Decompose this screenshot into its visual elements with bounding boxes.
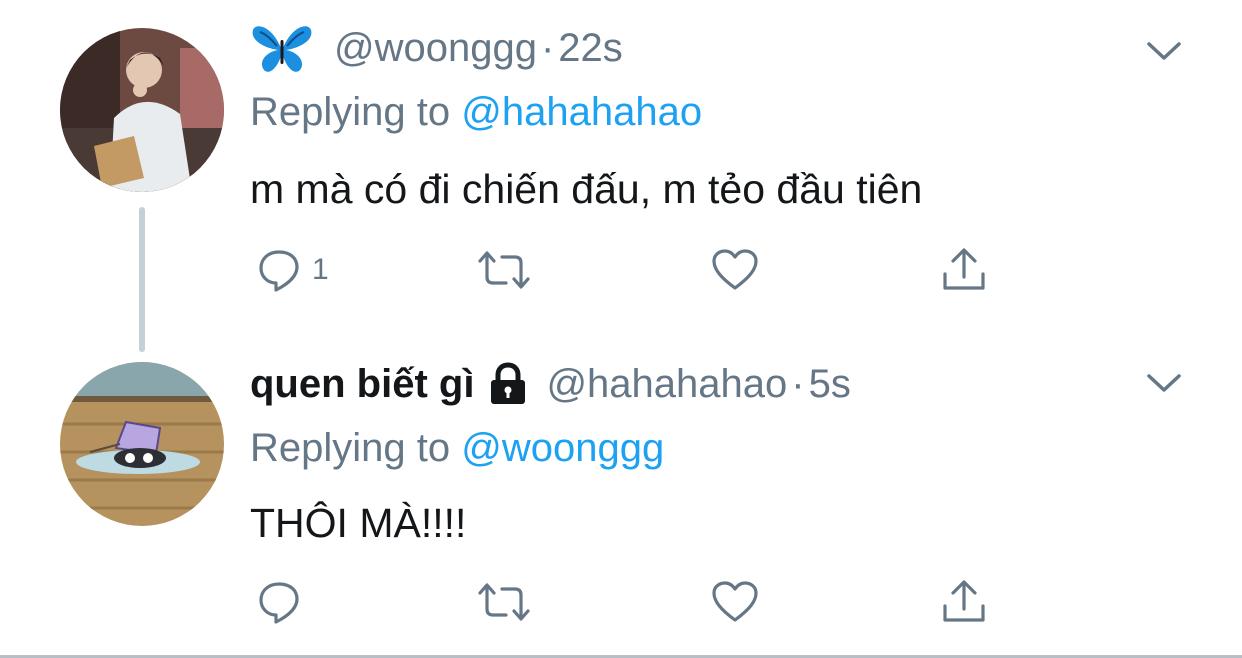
butterfly-icon bbox=[250, 22, 314, 74]
tweet-text: m mà có đi chiến đấu, m tẻo đầu tiên bbox=[250, 166, 923, 212]
tweet-actions: 1 bbox=[250, 244, 1010, 296]
reply-icon bbox=[256, 247, 302, 293]
retweet-icon bbox=[476, 579, 532, 625]
display-name[interactable]: quen biết gì bbox=[250, 362, 474, 407]
share-button[interactable] bbox=[940, 244, 988, 296]
chevron-down-icon[interactable] bbox=[1146, 40, 1182, 62]
tweet-header: quen biết gì @hahahahao · 5s bbox=[250, 358, 851, 410]
avatar[interactable] bbox=[60, 362, 224, 526]
share-button[interactable] bbox=[940, 576, 988, 628]
separator-dot: · bbox=[791, 361, 805, 406]
retweet-icon bbox=[476, 247, 532, 293]
avatar[interactable] bbox=[60, 28, 224, 192]
heart-icon bbox=[710, 247, 760, 293]
like-button[interactable] bbox=[710, 244, 760, 296]
replying-to-line: Replying to @woonggg bbox=[250, 426, 664, 471]
chevron-down-icon[interactable] bbox=[1146, 372, 1182, 394]
reply-icon bbox=[256, 579, 302, 625]
replying-to-handle[interactable]: @hahahahao bbox=[461, 90, 702, 134]
replying-label: Replying to bbox=[250, 426, 451, 470]
tweet[interactable]: @woonggg · 22s Replying to @hahahahao m … bbox=[0, 0, 1242, 352]
tweet-actions bbox=[250, 576, 1010, 628]
reply-count: 1 bbox=[312, 253, 329, 286]
tweet-handle[interactable]: @woonggg bbox=[334, 26, 537, 71]
replying-to-handle[interactable]: @woonggg bbox=[461, 426, 664, 470]
retweet-button[interactable] bbox=[476, 244, 532, 296]
reply-button[interactable]: 1 bbox=[256, 244, 329, 296]
like-button[interactable] bbox=[710, 576, 760, 628]
tweet[interactable]: quen biết gì @hahahahao · 5s Replying to… bbox=[0, 330, 1242, 656]
share-icon bbox=[940, 246, 988, 294]
tweet-timestamp[interactable]: 5s bbox=[809, 362, 851, 407]
retweet-button[interactable] bbox=[476, 576, 532, 628]
heart-icon bbox=[710, 579, 760, 625]
tweet-handle[interactable]: @hahahahao bbox=[546, 362, 787, 407]
tweet-header: @woonggg · 22s bbox=[250, 22, 623, 74]
tweet-text: THÔI MÀ!!!! bbox=[250, 500, 467, 546]
reply-button[interactable] bbox=[256, 576, 312, 628]
separator-dot: · bbox=[540, 25, 555, 70]
tweet-timestamp[interactable]: 22s bbox=[558, 26, 623, 71]
share-icon bbox=[940, 578, 988, 626]
lock-icon bbox=[488, 362, 528, 406]
replying-label: Replying to bbox=[250, 90, 451, 134]
replying-to-line: Replying to @hahahahao bbox=[250, 90, 702, 135]
